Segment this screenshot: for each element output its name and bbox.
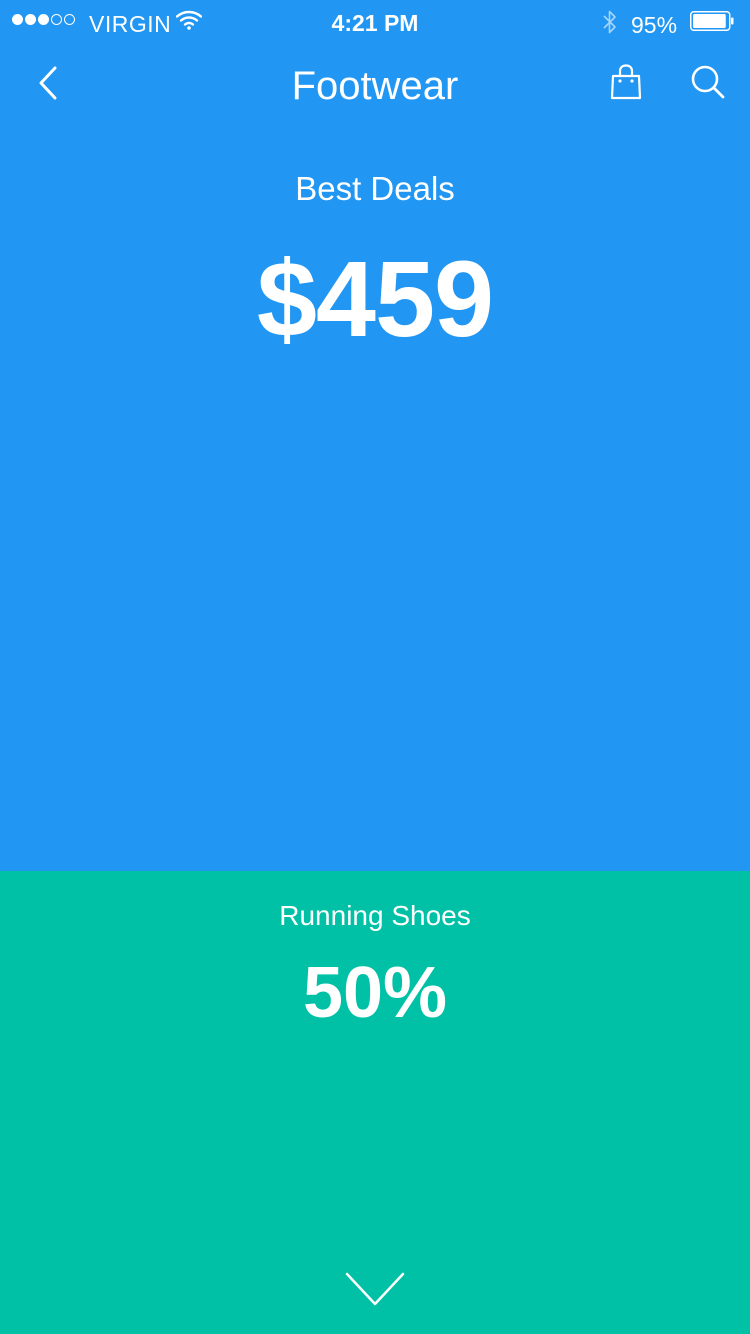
search-icon [691,65,725,99]
shopping-bag-button[interactable] [604,60,648,104]
shopping-bag-icon [610,64,642,100]
best-deals-price: $459 [256,238,494,359]
status-bar: VIRGIN 4:21 PM 95% [0,0,750,48]
battery-icon [690,11,734,31]
search-button[interactable] [686,60,730,104]
running-shoes-discount: 50% [302,953,448,1033]
best-deals-label: Best Deals [295,170,455,207]
running-shoes-label: Running Shoes [279,900,471,931]
deals-panel[interactable] [0,0,750,871]
battery-percent: 95% [631,12,678,38]
running-shoes-panel[interactable] [0,871,750,1334]
bluetooth-icon [603,10,616,34]
chevron-down-icon[interactable] [343,1270,407,1310]
